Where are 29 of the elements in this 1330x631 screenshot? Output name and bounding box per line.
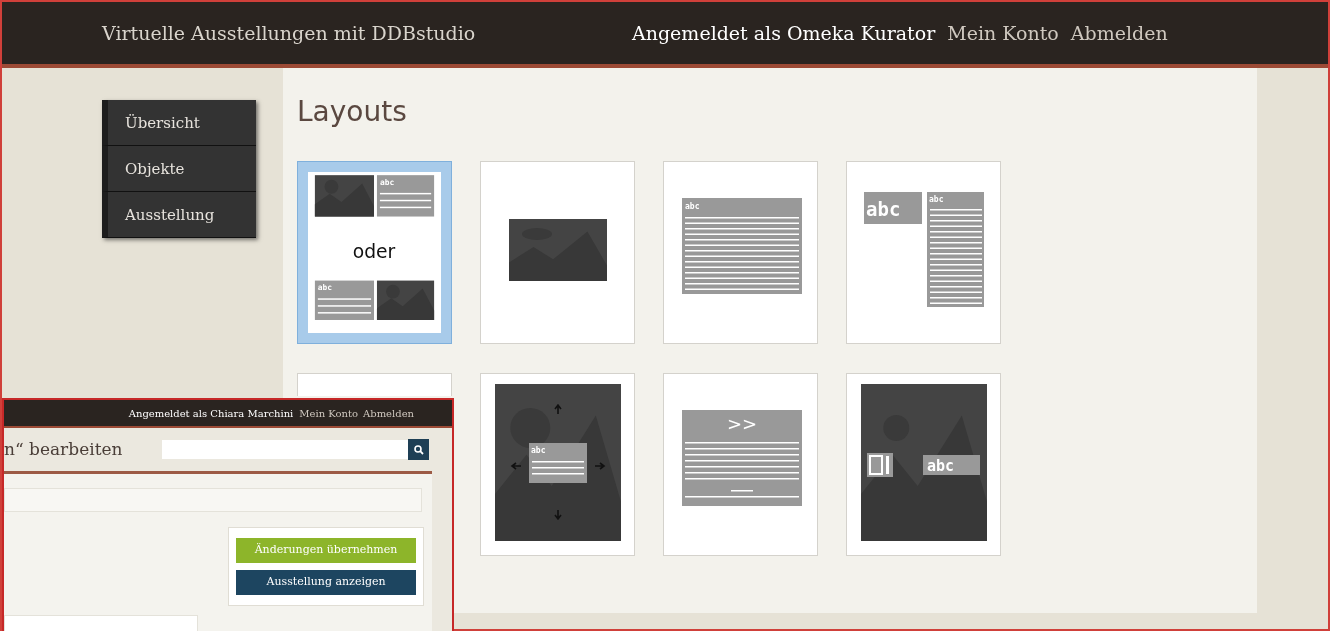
- text-field[interactable]: [4, 614, 198, 631]
- header-link[interactable]: Mein Konto: [947, 18, 1059, 48]
- text-field[interactable]: [4, 487, 422, 512]
- nav-item[interactable]: Ausstellung: [102, 192, 256, 238]
- thumbnail-label: abc: [866, 198, 901, 220]
- layout-card[interactable]: [480, 161, 635, 344]
- thumbnail-label: abc: [379, 178, 395, 187]
- thumbnail-label: abc: [927, 457, 955, 475]
- header-link[interactable]: Mein Konto: [299, 405, 358, 421]
- page-title: n“ bearbeiten: [4, 438, 124, 461]
- layout-card[interactable]: abc oder abc: [297, 161, 452, 344]
- search-field[interactable]: [162, 440, 408, 460]
- thumbnail-label: abc: [531, 446, 546, 455]
- search-icon: [413, 444, 424, 455]
- nav-item[interactable]: Objekte: [102, 146, 256, 192]
- thumbnail-label: abc: [929, 195, 944, 204]
- thumbnail-label: abc: [685, 202, 700, 211]
- header-link[interactable]: Abmelden: [1070, 18, 1168, 48]
- thumbnail-label: >>: [726, 413, 758, 434]
- search-button[interactable]: [408, 439, 429, 461]
- user-name: Angemeldet als Omeka Kurator: [632, 20, 936, 46]
- thumbnail-label: abc: [317, 283, 333, 293]
- page-title: Layouts: [297, 98, 408, 126]
- site-title: Virtuelle Ausstellungen mit DDBstudio: [102, 20, 477, 46]
- view-button[interactable]: Ausstellung anzeigen: [236, 569, 416, 595]
- user-name: Angemeldet als Chiara Marchini: [128, 406, 294, 421]
- header-link[interactable]: Abmelden: [363, 405, 414, 421]
- nav-item[interactable]: Übersicht: [102, 100, 256, 146]
- thumbnail-label: oder: [352, 240, 396, 262]
